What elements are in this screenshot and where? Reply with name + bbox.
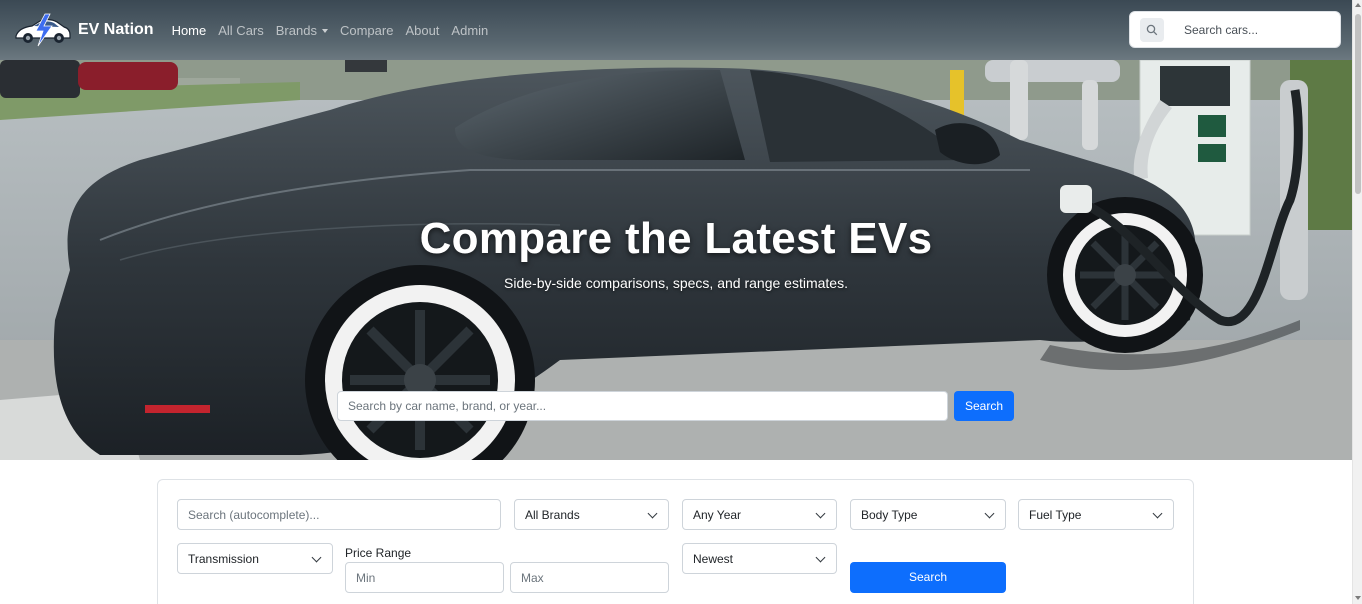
autocomplete-search-input[interactable]: Search (autocomplete)... [177,499,501,530]
nav-home[interactable]: Home [172,23,207,38]
chevron-down-icon [1152,508,1163,519]
scroll-thumb[interactable] [1355,14,1361,194]
nav-compare[interactable]: Compare [340,23,393,38]
hero-search-button[interactable]: Search [954,391,1014,421]
price-min-input[interactable]: Min [345,562,504,593]
chevron-down-icon [647,508,658,519]
transmission-select[interactable]: Transmission [177,543,333,574]
nav-admin[interactable]: Admin [451,23,488,38]
chevron-down-icon [815,508,826,519]
nav-brands-dropdown[interactable]: Brands [276,23,328,38]
body-type-select[interactable]: Body Type [850,499,1006,530]
top-navbar: EV Nation Home All Cars Brands Compare A… [0,0,1352,60]
hero-subtitle: Side-by-side comparisons, specs, and ran… [504,275,848,291]
car-logo-icon [15,13,71,47]
brand-name: EV Nation [78,21,154,38]
nav-links: Home All Cars Brands Compare About Admin [172,23,501,38]
hero-search-input[interactable]: Search by car name, brand, or year... [337,391,948,421]
sort-select[interactable]: Newest [682,543,837,574]
scroll-down-icon[interactable] [1355,596,1361,600]
caret-down-icon [321,29,328,34]
scroll-up-icon[interactable] [1355,3,1361,7]
nav-brands-label: Brands [275,22,317,38]
chevron-down-icon [311,552,322,563]
fuel-type-select-value: Fuel Type [1029,508,1082,522]
navbar-search-input[interactable]: Search cars... [1129,11,1341,48]
brand-select-value: All Brands [525,508,580,522]
transmission-select-value: Transmission [188,552,259,566]
body-type-select-value: Body Type [861,508,918,522]
hero-title: Compare the Latest EVs [419,214,933,263]
year-select-value: Any Year [693,508,742,522]
chevron-down-icon [815,552,826,563]
price-range-label: Price Range [345,546,412,560]
nav-all-cars[interactable]: All Cars [218,23,264,38]
fuel-type-select[interactable]: Fuel Type [1018,499,1174,530]
sort-select-value: Newest [693,552,734,566]
hero-banner: Compare the Latest EVs Side-by-side comp… [0,60,1352,460]
navbar-search-placeholder: Search cars... [1184,22,1259,37]
nav-about[interactable]: About [405,23,439,38]
chevron-down-icon [984,508,995,519]
search-icon [1140,17,1164,42]
year-select[interactable]: Any Year [682,499,837,530]
price-max-input[interactable]: Max [510,562,669,593]
page-scrollbar[interactable] [1352,0,1362,604]
brand[interactable]: EV Nation [12,0,154,60]
filter-search-button[interactable]: Search [850,562,1006,593]
filter-panel [157,479,1194,604]
brand-select[interactable]: All Brands [514,499,669,530]
